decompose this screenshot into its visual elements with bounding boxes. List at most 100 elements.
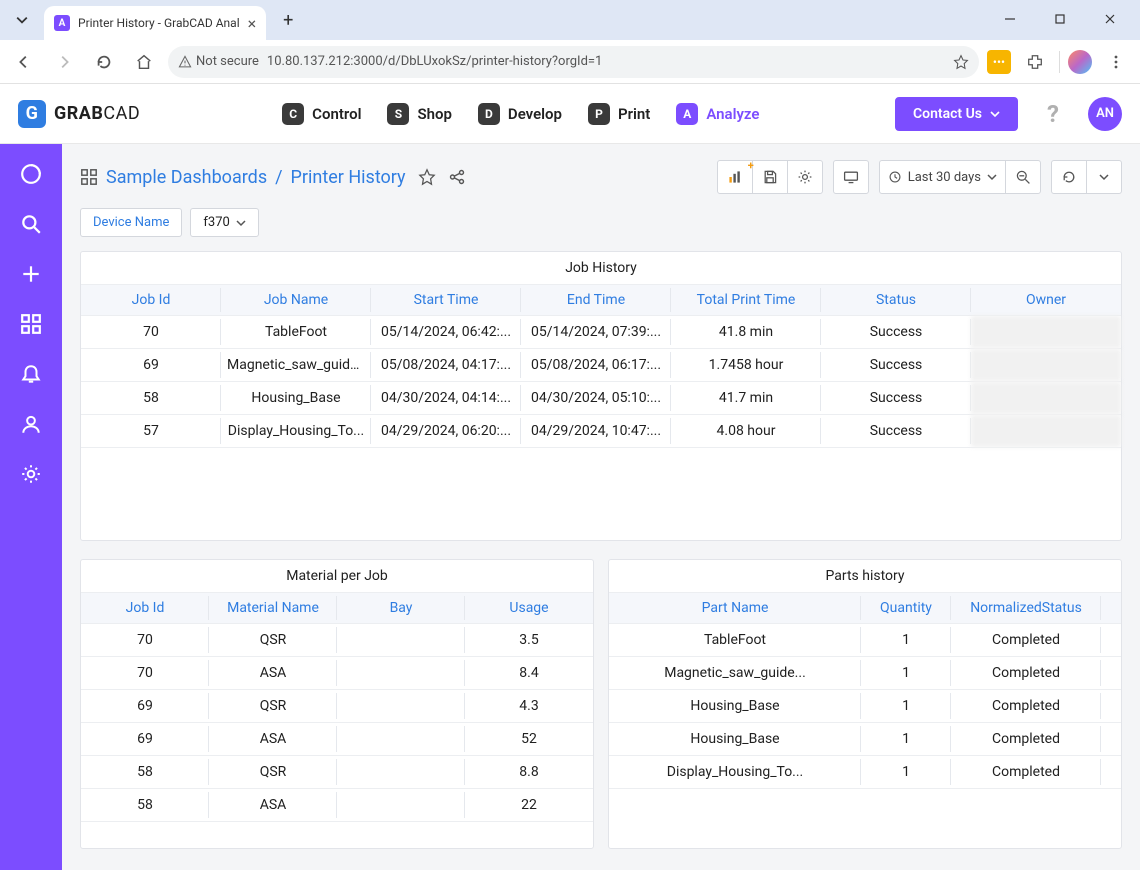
bookmark-star-icon[interactable] [953,54,969,70]
refresh-button[interactable] [1051,160,1087,194]
share-icon[interactable] [448,168,466,186]
table-row[interactable]: Housing_Base1Completed [609,690,1121,723]
sidebar-logo-icon[interactable] [17,160,45,188]
table-cell: TableFoot [609,624,861,657]
window-maximize-button[interactable] [1038,4,1082,34]
brand-logo[interactable]: G GRABCAD [18,100,140,128]
refresh-interval-button[interactable] [1086,160,1122,194]
nav-shop[interactable]: SShop [387,103,451,125]
column-header[interactable]: NormalizedStatus [951,593,1101,624]
column-header[interactable]: End Time [521,285,671,316]
table-row[interactable]: 70TableFoot05/14/2024, 06:42:...05/14/20… [81,316,1121,349]
dashboard-grid-icon[interactable] [80,168,98,186]
nav-analyze[interactable]: AAnalyze [676,103,759,125]
window-close-button[interactable] [1088,4,1132,34]
help-icon[interactable]: ? [1040,101,1066,127]
profile-avatar[interactable] [1068,50,1092,74]
address-bar[interactable]: Not secure 10.80.137.212:3000/d/DbLUxokS… [168,46,979,78]
contact-us-button[interactable]: Contact Us [895,97,1018,131]
home-button[interactable] [128,46,160,78]
reload-button[interactable] [88,46,120,78]
variable-device-name-value[interactable]: f370 [190,208,258,237]
extensions-button[interactable] [1019,46,1051,78]
breadcrumb-separator: / [275,167,282,188]
table-row[interactable]: 58QSR8.8 [81,756,593,789]
table-cell: TableFoot [221,316,371,349]
nav-label: Print [618,105,650,123]
table-row[interactable]: 69Magnetic_saw_guide...05/08/2024, 04:17… [81,349,1121,382]
new-tab-button[interactable]: + [274,6,302,34]
breadcrumb-folder[interactable]: Sample Dashboards [106,167,267,188]
chevron-down-icon [990,109,1000,119]
browser-menu-button[interactable] [1100,46,1132,78]
table-cell: Completed [951,657,1101,690]
sidebar-add-icon[interactable] [17,260,45,288]
window-controls [988,0,1132,34]
column-header[interactable]: Status [821,285,971,316]
time-range-picker[interactable]: Last 30 days [879,160,1006,194]
zoom-out-button[interactable] [1005,160,1041,194]
sidebar-dashboards-icon[interactable] [17,310,45,338]
table-row[interactable]: Housing_Base1Completed [609,723,1121,756]
table-cell: ASA [209,657,337,690]
table-cell: 3.5 [465,624,593,657]
column-header[interactable]: Start Time [371,285,521,316]
window-minimize-button[interactable] [988,4,1032,34]
column-header[interactable]: Part Name [609,593,861,624]
tab-close-button[interactable]: × [248,14,257,33]
browser-tab[interactable]: A Printer History - GrabCAD Anal × [44,6,266,40]
table-cell: 41.8 min [671,316,821,349]
table-row[interactable]: 69ASA52 [81,723,593,756]
nav-control[interactable]: CControl [282,103,361,125]
sidebar-alerts-icon[interactable] [17,360,45,388]
panel-parts-history: Parts history Part NameQuantityNormalize… [608,559,1122,849]
tv-mode-button[interactable] [833,160,869,194]
column-header[interactable]: Job Id [81,593,209,624]
nav-forward-button[interactable] [48,46,80,78]
extension-icon[interactable]: ••• [987,50,1011,74]
table-row[interactable]: 70QSR3.5 [81,624,593,657]
table-cell: Success [821,382,971,415]
column-header[interactable]: Bay [337,593,465,624]
table-row[interactable]: 57Display_Housing_To...04/29/2024, 06:20… [81,415,1121,448]
column-header[interactable]: Total Print Time [671,285,821,316]
favorite-star-icon[interactable] [418,168,436,186]
table-cell: 05/14/2024, 06:42:... [371,316,521,349]
breadcrumb: Sample Dashboards / Printer History [80,167,406,188]
time-range-label: Last 30 days [908,170,981,185]
settings-dashboard-button[interactable] [787,160,823,194]
table-row[interactable]: 58ASA22 [81,789,593,822]
sidebar-settings-icon[interactable] [17,460,45,488]
table-cell: 1 [861,756,951,789]
variable-device-name-label[interactable]: Device Name [80,208,182,237]
column-header[interactable]: Material Name [209,593,337,624]
nav-back-button[interactable] [8,46,40,78]
table-cell: Display_Housing_To... [609,756,861,789]
sidebar-user-icon[interactable] [17,410,45,438]
table-cell: 41.7 min [671,382,821,415]
column-header[interactable]: Job Id [81,285,221,316]
column-header[interactable]: Quantity [861,593,951,624]
save-dashboard-button[interactable] [752,160,788,194]
column-header[interactable]: Usage [465,593,593,624]
table-row[interactable]: Magnetic_saw_guide...1Completed [609,657,1121,690]
table-row[interactable]: 70ASA8.4 [81,657,593,690]
tab-favicon: A [54,15,70,31]
column-header[interactable]: Owner [971,285,1121,316]
table-row[interactable]: TableFoot1Completed [609,624,1121,657]
table-row[interactable]: Display_Housing_To...1Completed [609,756,1121,789]
column-header[interactable]: Job Name [221,285,371,316]
table-row[interactable]: 69QSR4.3 [81,690,593,723]
tabs-dropdown-button[interactable] [8,6,36,34]
user-avatar[interactable]: AN [1088,97,1122,131]
nav-print[interactable]: PPrint [588,103,650,125]
nav-develop[interactable]: DDevelop [478,103,562,125]
table-cell: 04/30/2024, 04:14:... [371,382,521,415]
table-row[interactable]: 58Housing_Base04/30/2024, 04:14:...04/30… [81,382,1121,415]
sidebar-search-icon[interactable] [17,210,45,238]
column-header[interactable] [1101,593,1121,624]
add-panel-button[interactable] [717,160,753,194]
table-cell [337,690,465,723]
not-secure-badge: Not secure [178,54,259,69]
breadcrumb-page[interactable]: Printer History [291,167,406,188]
